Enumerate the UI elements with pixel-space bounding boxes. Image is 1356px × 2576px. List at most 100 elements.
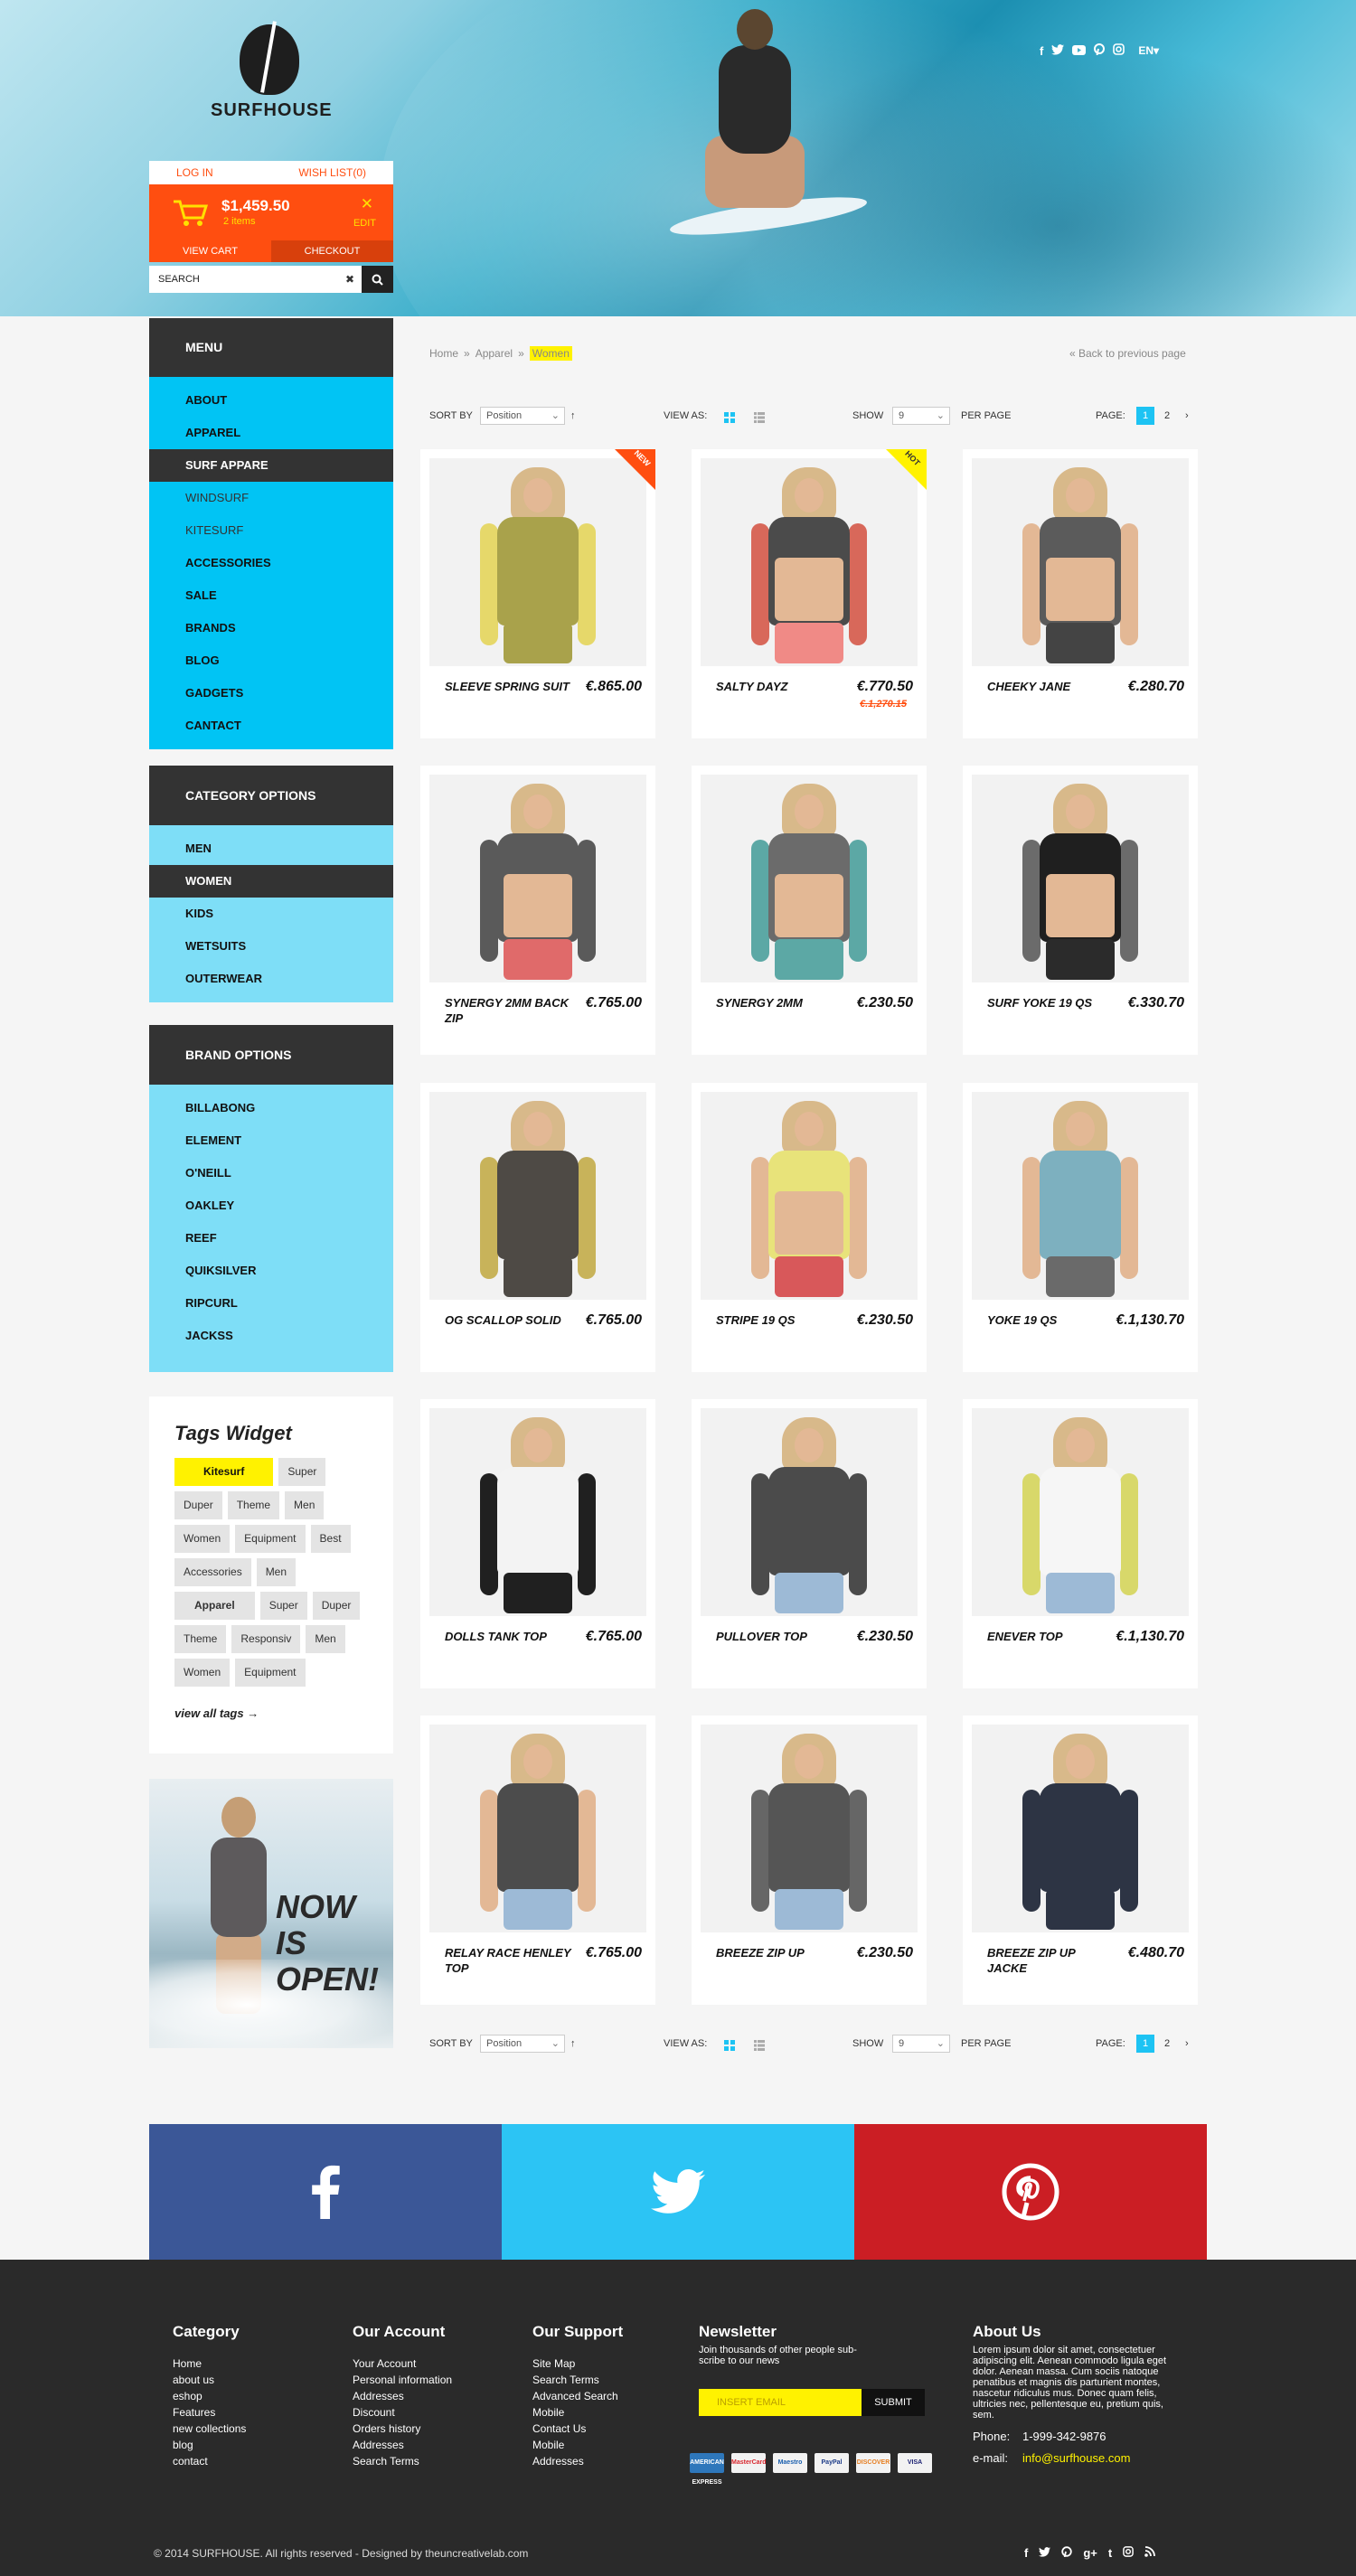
category-item-kids[interactable]: KIDS: [149, 898, 393, 930]
twitter-icon[interactable]: [1051, 43, 1065, 58]
product-name[interactable]: STRIPE 19 QS: [716, 1312, 843, 1328]
product-image[interactable]: [972, 458, 1189, 666]
footer-link[interactable]: Site Map: [532, 2355, 623, 2372]
twitter-share-button[interactable]: [502, 2124, 854, 2260]
footer-link[interactable]: Advanced Search: [532, 2388, 623, 2404]
facebook-share-button[interactable]: [149, 2124, 502, 2260]
newsletter-submit-button[interactable]: SUBMIT: [862, 2389, 925, 2416]
product-image[interactable]: [701, 1092, 918, 1300]
footer-link[interactable]: Mobile: [532, 2437, 623, 2453]
product-card[interactable]: SYNERGY 2MM €.230.50: [692, 766, 927, 1055]
tag-accessories[interactable]: Accessories: [174, 1558, 251, 1586]
product-name[interactable]: SURF YOKE 19 QS: [987, 995, 1114, 1011]
clear-icon[interactable]: ✖: [345, 266, 354, 293]
email-link[interactable]: info@surfhouse.com: [1022, 2451, 1130, 2465]
product-card[interactable]: OG SCALLOP SOLID €.765.00: [420, 1083, 655, 1372]
promo-banner[interactable]: NOW IS OPEN!: [149, 1779, 393, 2048]
tag-men[interactable]: Men: [306, 1625, 345, 1653]
product-card[interactable]: STRIPE 19 QS €.230.50: [692, 1083, 927, 1372]
menu-item-cantact[interactable]: CANTACT: [149, 710, 393, 742]
product-card[interactable]: ENEVER TOP €.1,130.70: [963, 1399, 1198, 1688]
sort-select[interactable]: Position ⌄: [480, 2035, 565, 2053]
cart-edit-link[interactable]: EDIT: [353, 218, 376, 229]
wishlist-link[interactable]: WISH LIST(0): [298, 166, 366, 179]
footer-link[interactable]: blog: [173, 2437, 246, 2453]
product-name[interactable]: SYNERGY 2MM BACK ZIP: [445, 995, 571, 1026]
tumblr-icon[interactable]: t: [1108, 2546, 1112, 2560]
product-card[interactable]: NEW SLEEVE SPRING SUIT €.865.00: [420, 448, 655, 738]
close-icon[interactable]: ✕: [361, 195, 373, 213]
menu-item-kitesurf[interactable]: KITESURF: [149, 514, 393, 547]
product-image[interactable]: [972, 1725, 1189, 1932]
tag-duper[interactable]: Duper: [312, 1592, 361, 1620]
menu-item-surf-appare[interactable]: SURF APPARE: [149, 449, 393, 482]
instagram-icon[interactable]: [1123, 2546, 1135, 2560]
tag-super[interactable]: Super: [259, 1592, 307, 1620]
show-select[interactable]: 9 ⌄: [892, 2035, 950, 2053]
product-name[interactable]: OG SCALLOP SOLID: [445, 1312, 571, 1328]
product-image[interactable]: [972, 1408, 1189, 1616]
tag-equipment[interactable]: Equipment: [235, 1659, 306, 1687]
footer-link[interactable]: Contact Us: [532, 2421, 623, 2437]
grid-view-icon[interactable]: [724, 410, 735, 430]
product-image[interactable]: [429, 458, 646, 666]
tag-theme[interactable]: Theme: [174, 1625, 227, 1653]
product-card[interactable]: BREEZE ZIP UP JACKE €.480.70: [963, 1716, 1198, 2005]
brand-item-jackss[interactable]: JACKSS: [149, 1320, 393, 1352]
login-link[interactable]: LOG IN: [176, 166, 213, 179]
page-1-button[interactable]: 1: [1136, 407, 1154, 425]
tag-women[interactable]: Women: [174, 1659, 231, 1687]
product-card[interactable]: DOLLS TANK TOP €.765.00: [420, 1399, 655, 1688]
chevron-right-icon[interactable]: ›: [1185, 406, 1189, 426]
product-name[interactable]: BREEZE ZIP UP JACKE: [987, 1945, 1114, 1976]
product-name[interactable]: YOKE 19 QS: [987, 1312, 1114, 1328]
tag-apparel[interactable]: Apparel: [174, 1592, 255, 1620]
brand-item-o-neill[interactable]: O'NEILL: [149, 1157, 393, 1189]
product-image[interactable]: [429, 1725, 646, 1932]
tag-kitesurf[interactable]: Kitesurf: [174, 1458, 274, 1486]
grid-view-icon[interactable]: [724, 2038, 735, 2058]
footer-link[interactable]: Personal information: [353, 2372, 452, 2388]
category-item-men[interactable]: MEN: [149, 832, 393, 865]
breadcrumb-home[interactable]: Home: [429, 347, 458, 360]
tag-responsiv[interactable]: Responsiv: [231, 1625, 301, 1653]
sort-direction-icon[interactable]: ↑: [570, 406, 576, 426]
menu-item-accessories[interactable]: ACCESSORIES: [149, 547, 393, 579]
category-item-outerwear[interactable]: OUTERWEAR: [149, 963, 393, 995]
product-card[interactable]: SURF YOKE 19 QS €.330.70: [963, 766, 1198, 1055]
category-item-wetsuits[interactable]: WETSUITS: [149, 930, 393, 963]
brand-item-billabong[interactable]: BILLABONG: [149, 1092, 393, 1124]
page-2-button[interactable]: 2: [1164, 2034, 1170, 2054]
product-image[interactable]: [701, 1725, 918, 1932]
footer-link[interactable]: Features: [173, 2404, 246, 2421]
footer-link[interactable]: Orders history: [353, 2421, 452, 2437]
chevron-right-icon[interactable]: ›: [1185, 2034, 1189, 2054]
pinterest-icon[interactable]: [1061, 2546, 1073, 2560]
product-image[interactable]: [429, 1408, 646, 1616]
google-plus-icon[interactable]: g+: [1083, 2546, 1097, 2560]
product-card[interactable]: SYNERGY 2MM BACK ZIP €.765.00: [420, 766, 655, 1055]
product-card[interactable]: YOKE 19 QS €.1,130.70: [963, 1083, 1198, 1372]
tag-men[interactable]: Men: [256, 1558, 297, 1586]
search-button[interactable]: [362, 266, 393, 293]
search-input[interactable]: SEARCH ✖: [149, 266, 362, 293]
newsletter-email-input[interactable]: INSERT EMAIL: [699, 2389, 862, 2416]
product-name[interactable]: SLEEVE SPRING SUIT: [445, 679, 571, 694]
footer-link[interactable]: Search Terms: [532, 2372, 623, 2388]
footer-link[interactable]: Addresses: [353, 2388, 452, 2404]
product-image[interactable]: [429, 1092, 646, 1300]
tag-super[interactable]: Super: [278, 1458, 326, 1486]
footer-link[interactable]: new collections: [173, 2421, 246, 2437]
product-name[interactable]: ENEVER TOP: [987, 1629, 1114, 1644]
product-name[interactable]: PULLOVER TOP: [716, 1629, 843, 1644]
product-card[interactable]: CHEEKY JANE €.280.70: [963, 449, 1198, 738]
product-name[interactable]: SALTY DAYZ: [716, 679, 843, 694]
sort-select[interactable]: Position ⌄: [480, 407, 565, 425]
brand-item-element[interactable]: ELEMENT: [149, 1124, 393, 1157]
product-card[interactable]: BREEZE ZIP UP €.230.50: [692, 1716, 927, 2005]
back-to-previous-link[interactable]: « Back to previous page: [1069, 347, 1186, 360]
list-view-icon[interactable]: [754, 410, 765, 430]
tag-equipment[interactable]: Equipment: [235, 1525, 306, 1553]
page-2-button[interactable]: 2: [1164, 406, 1170, 426]
twitter-icon[interactable]: [1039, 2546, 1051, 2560]
